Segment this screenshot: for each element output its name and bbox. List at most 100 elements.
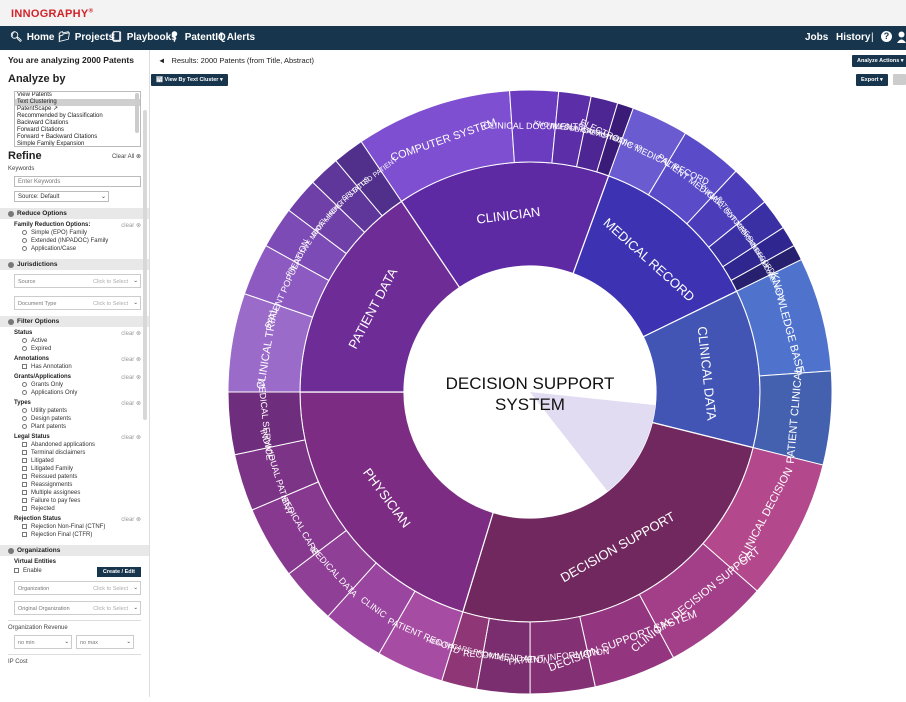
nav-patentiq[interactable]: 📍︎ PatentIQ <box>168 32 226 43</box>
listbox-scrollbar[interactable] <box>135 93 139 133</box>
legal-option[interactable]: Terminal disclaimers <box>14 449 141 457</box>
radio-button[interactable] <box>22 229 27 235</box>
grants-option[interactable]: Grants Only <box>14 381 141 389</box>
analyze-option[interactable]: Simple Family Expansion <box>15 141 140 146</box>
book-icon: 📒︎ <box>110 32 123 43</box>
clear-button[interactable]: clear ⊗ <box>121 400 141 407</box>
clear-button[interactable]: clear ⊗ <box>121 434 141 441</box>
option-label: Application/Case <box>31 246 77 252</box>
enable-label: Enable <box>23 568 42 574</box>
analyze-option[interactable]: PatentScape ↗ <box>15 106 140 113</box>
types-option[interactable]: Design patents <box>14 415 141 423</box>
original-organization-selector[interactable]: Original Organization Click to Select ⌄ <box>14 601 141 615</box>
checkbox[interactable] <box>22 489 27 495</box>
source-selector[interactable]: Source Click to Select ⌄ <box>14 274 141 288</box>
family-option[interactable]: Application/Case <box>14 245 141 253</box>
create-edit-button[interactable]: Create / Edit <box>96 567 141 577</box>
legal-option[interactable]: Rejected <box>14 505 141 513</box>
nav-home[interactable]: 🔍︎ Home <box>10 32 55 43</box>
collapse-sidebar-icon[interactable]: ◄ <box>158 56 165 65</box>
nav-alerts[interactable]: ❗︎ Alerts <box>220 32 255 43</box>
radio-button[interactable] <box>22 337 27 343</box>
chevron-down-icon: ⌄ <box>64 639 69 645</box>
nav-playbooks[interactable]: 📒︎ Playbooks <box>110 32 177 43</box>
legal-option[interactable]: Litigated Family <box>14 465 141 473</box>
checkbox[interactable] <box>22 473 27 479</box>
legal-option[interactable]: Failure to pay fees <box>14 497 141 505</box>
checkbox[interactable] <box>22 465 27 471</box>
analyze-option[interactable]: Recommended by Classification <box>15 113 140 120</box>
jurisdictions-section[interactable]: Jurisdictions <box>0 259 149 270</box>
checkbox[interactable] <box>22 457 27 463</box>
types-option[interactable]: Utility patents <box>14 407 141 415</box>
radio-button[interactable] <box>22 245 27 251</box>
analyze-by-listbox[interactable]: View Patents Text Clustering PatentScape ↗… <box>14 91 141 147</box>
analyze-option[interactable]: Backward Citations <box>15 120 140 127</box>
radio-button[interactable] <box>22 407 27 413</box>
innography-logo[interactable]: INNOGRAPHY® <box>11 8 93 20</box>
rejection-option[interactable]: Rejection Non-Final (CTNF) <box>14 523 141 531</box>
analyze-option[interactable]: Forward Citations <box>15 127 140 134</box>
checkbox[interactable] <box>22 363 27 369</box>
analyze-option[interactable]: Forward + Backward Citations <box>15 134 140 141</box>
checkbox[interactable] <box>22 523 27 529</box>
option-label: Expired <box>31 346 52 352</box>
clear-button[interactable]: clear ⊗ <box>121 374 141 381</box>
analyze-option[interactable]: Text Clustering <box>15 99 140 106</box>
organization-selector[interactable]: Organization Click to Select ⌄ <box>14 581 141 595</box>
reduce-options-section[interactable]: Reduce Options <box>0 208 149 219</box>
clear-all-button[interactable]: Clear All ⊗ <box>112 153 141 160</box>
help-icon[interactable]: ? <box>881 31 892 42</box>
user-icon[interactable] <box>897 31 906 43</box>
checkbox[interactable] <box>22 449 27 455</box>
nav-jobs[interactable]: Jobs <box>805 32 828 43</box>
types-label: Types <box>14 400 31 406</box>
clear-button[interactable]: clear ⊗ <box>121 356 141 363</box>
radio-button[interactable] <box>22 345 27 351</box>
export-button[interactable]: Export ▾ <box>856 74 888 86</box>
clear-button[interactable]: clear ⊗ <box>121 330 141 337</box>
revenue-min-select[interactable]: no min ⌄ <box>14 635 72 649</box>
legal-option[interactable]: Reassignments <box>14 481 141 489</box>
legal-option[interactable]: Litigated <box>14 457 141 465</box>
organizations-section[interactable]: Organizations <box>0 545 149 556</box>
filter-options-section[interactable]: Filter Options <box>0 316 149 327</box>
checkbox[interactable] <box>22 505 27 511</box>
checkbox[interactable] <box>22 497 27 503</box>
status-option[interactable]: Expired <box>14 345 141 353</box>
view-by-button[interactable]: 📊︎ View By Text Cluster ▾ <box>151 74 228 86</box>
family-option[interactable]: Simple (EPO) Family <box>14 229 141 237</box>
family-option[interactable]: Extended (INPADOC) Family <box>14 237 141 245</box>
clear-button[interactable]: clear ⊗ <box>121 516 141 523</box>
grants-option[interactable]: Applications Only <box>14 389 141 397</box>
nav-projects[interactable]: 📁︎ Projects <box>58 32 114 43</box>
nav-history[interactable]: History <box>836 32 870 43</box>
checkbox[interactable] <box>22 441 27 447</box>
document-type-selector[interactable]: Document Type Click to Select ⌄ <box>14 296 141 310</box>
radio-button[interactable] <box>22 237 27 243</box>
revenue-max-select[interactable]: no max ⌄ <box>76 635 134 649</box>
legal-option[interactable]: Abandoned applications <box>14 441 141 449</box>
radio-button[interactable] <box>22 381 27 387</box>
analyze-option[interactable]: View Patents <box>15 92 140 99</box>
radio-button[interactable] <box>22 415 27 421</box>
settings-button[interactable] <box>893 74 906 85</box>
clear-button[interactable]: clear ⊗ <box>121 222 141 229</box>
checkbox[interactable] <box>22 481 27 487</box>
keywords-input[interactable]: Enter Keywords <box>14 176 141 187</box>
legal-option[interactable]: Multiple assignees <box>14 489 141 497</box>
collapse-icon <box>8 547 14 554</box>
sidebar-scrollbar[interactable] <box>143 110 147 420</box>
enable-checkbox[interactable] <box>14 567 19 573</box>
legal-option[interactable]: Reissued patents <box>14 473 141 481</box>
radio-button[interactable] <box>22 389 27 395</box>
source-select[interactable]: Source: Default ⌄ <box>14 191 109 202</box>
status-option[interactable]: Active <box>14 337 141 345</box>
annotations-option[interactable]: Has Annotation <box>14 363 141 371</box>
checkbox[interactable] <box>22 531 27 537</box>
rejection-option[interactable]: Rejection Final (CTFR) <box>14 531 141 539</box>
option-label: Rejected <box>31 506 55 512</box>
types-option[interactable]: Plant patents <box>14 423 141 431</box>
analyze-actions-button[interactable]: Analyze Actions ▾ <box>852 55 906 67</box>
radio-button[interactable] <box>22 423 27 429</box>
